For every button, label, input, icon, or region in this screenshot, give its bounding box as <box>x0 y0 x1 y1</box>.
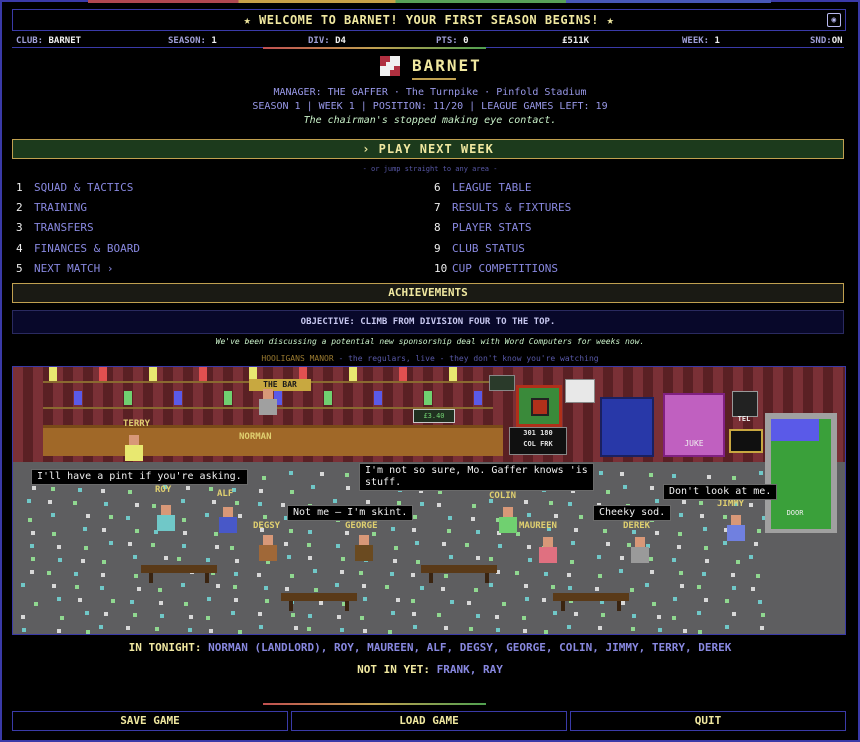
dartboard-icon[interactable] <box>516 385 562 427</box>
pub-table <box>141 565 217 583</box>
not-in-yet: NOT IN YET: FRANK, RAY <box>357 663 503 676</box>
fruit-machine[interactable] <box>600 397 654 457</box>
manager-info: MANAGER: THE GAFFER · The Turnpike · Pin… <box>273 87 587 98</box>
menu-item-club-status[interactable]: 9 CLUB STATUS <box>434 241 571 261</box>
person-norman[interactable] <box>259 389 277 417</box>
pub-title: HOOLIGANS MANOR - the regulars, live - t… <box>261 354 599 363</box>
menu-item-cups[interactable]: 10 CUP COMPETITIONS <box>434 261 571 281</box>
save-game-button[interactable]: SAVE GAME <box>12 711 288 731</box>
achievements-button[interactable]: ACHIEVEMENTS <box>12 283 844 303</box>
menu-item-training[interactable]: 2 TRAINING <box>16 200 140 220</box>
season-info: SEASON 1 | WEEK 1 | POSITION: 11/20 | LE… <box>252 101 608 112</box>
menu-item-league-table[interactable]: 6 LEAGUE TABLE <box>434 180 571 200</box>
speech-not-sure: I'm not so sure, Mo. Gaffer knows 'is st… <box>359 463 594 491</box>
status-season: SEASON: 1 <box>168 36 217 46</box>
objective-panel: OBJECTIVE: CLIMB FROM DIVISION FOUR TO T… <box>12 310 844 334</box>
news-line: We've been discussing a potential new sp… <box>215 337 645 346</box>
status-money: £511K <box>562 36 590 46</box>
speech-pint: I'll have a pint if you're asking. <box>31 469 248 485</box>
price-display: £3.40 <box>413 409 455 423</box>
person-maureen[interactable] <box>539 537 557 565</box>
person-jimmy[interactable] <box>727 515 745 543</box>
name-jimmy: JIMMY <box>717 499 745 509</box>
banner-text: ★ WELCOME TO BARNET! YOUR FIRST SEASON B… <box>243 13 615 27</box>
jump-hint: - or jump straight to any area - <box>362 165 498 173</box>
menu-left: 1 SQUAD & TACTICS 2 TRAINING 3 TRANSFERS 4F… <box>16 180 140 281</box>
menu-item-results[interactable]: 7 RESULTS & FIXTURES <box>434 200 571 220</box>
chairman-mood: The chairman's stopped making eye contac… <box>303 115 557 126</box>
status-club: CLUB: BARNET <box>16 36 82 46</box>
person-alf[interactable] <box>219 507 237 535</box>
menu-item-player-stats[interactable]: 8 PLAYER STATS <box>434 220 571 240</box>
name-alf: ALF <box>217 489 234 499</box>
person-colin[interactable] <box>499 507 517 535</box>
sound-toggle-icon[interactable]: ◉ <box>827 13 841 27</box>
jukebox[interactable]: JUKE <box>663 393 725 457</box>
telephone-icon[interactable] <box>732 391 758 417</box>
menu-right: 6 LEAGUE TABLE 7 RESULTS & FIXTURES 8 PLAYE… <box>434 180 571 281</box>
person-derek[interactable] <box>631 537 649 565</box>
pub-table <box>553 593 629 611</box>
speech-skint: Not me — I'm skint. <box>287 505 414 521</box>
in-tonight: IN TONIGHT: NORMAN (LANDLORD), ROY, MAUR… <box>128 641 732 654</box>
status-bar: CLUB: BARNET SEASON: 1 DIV: D4 PTS: 0 £5… <box>12 34 844 48</box>
menu-item-transfers[interactable]: 3 TRANSFERS <box>16 220 140 240</box>
club-crest-icon <box>380 56 400 76</box>
club-name-underline <box>412 78 456 80</box>
status-sound[interactable]: SND:ON <box>810 36 843 46</box>
tv-icon <box>489 375 515 391</box>
pub-scene: THE BAR £3.40 301 180 COL FRK JUKE TEL DO… <box>12 366 846 635</box>
welcome-banner: ★ WELCOME TO BARNET! YOUR FIRST SEASON B… <box>12 9 846 31</box>
bar-counter <box>43 425 503 456</box>
person-roy[interactable] <box>157 505 175 533</box>
status-accent-stripe <box>263 47 486 49</box>
person-degsy[interactable] <box>259 535 277 563</box>
play-next-week-button[interactable]: › PLAY NEXT WEEK <box>12 139 844 159</box>
name-derek: DEREK <box>623 521 651 531</box>
status-week: WEEK: 1 <box>682 36 720 46</box>
menu-item-squad[interactable]: 1 SQUAD & TACTICS <box>16 180 140 200</box>
person-terry[interactable] <box>125 435 143 463</box>
pub-door[interactable]: DOOR <box>765 413 837 533</box>
telephone-label: TEL <box>737 415 751 423</box>
status-pts: PTS: 0 <box>436 36 469 46</box>
pub-table <box>281 593 357 611</box>
clock-icon <box>565 379 595 403</box>
telephone-box <box>729 429 763 453</box>
load-game-button[interactable]: LOAD GAME <box>291 711 567 731</box>
name-george: GEORGE <box>345 521 378 531</box>
dart-scoreboard: 301 180 COL FRK <box>509 427 567 455</box>
name-roy: ROY <box>155 485 172 495</box>
bottom-accent-stripe <box>263 703 486 705</box>
name-terry: TERRY <box>123 419 151 429</box>
name-norman: NORMAN <box>239 432 272 442</box>
quit-button[interactable]: QUIT <box>570 711 846 731</box>
name-maureen: MAUREEN <box>519 521 557 531</box>
top-color-stripe <box>88 0 771 3</box>
speech-dont-look: Don't look at me. <box>663 484 778 500</box>
name-degsy: DEGSY <box>253 521 281 531</box>
club-header: BARNET <box>380 56 500 80</box>
speech-cheeky: Cheeky sod. <box>593 505 672 521</box>
pub-table <box>421 565 497 583</box>
name-colin: COLIN <box>489 491 517 501</box>
status-div: DIV: D4 <box>308 36 346 46</box>
menu-item-next-match[interactable]: 5 NEXT MATCH › <box>16 261 140 281</box>
menu-item-finances[interactable]: 4 FINANCES & BOARD <box>16 241 140 261</box>
person-george[interactable] <box>355 535 373 563</box>
club-name: BARNET <box>412 56 482 75</box>
